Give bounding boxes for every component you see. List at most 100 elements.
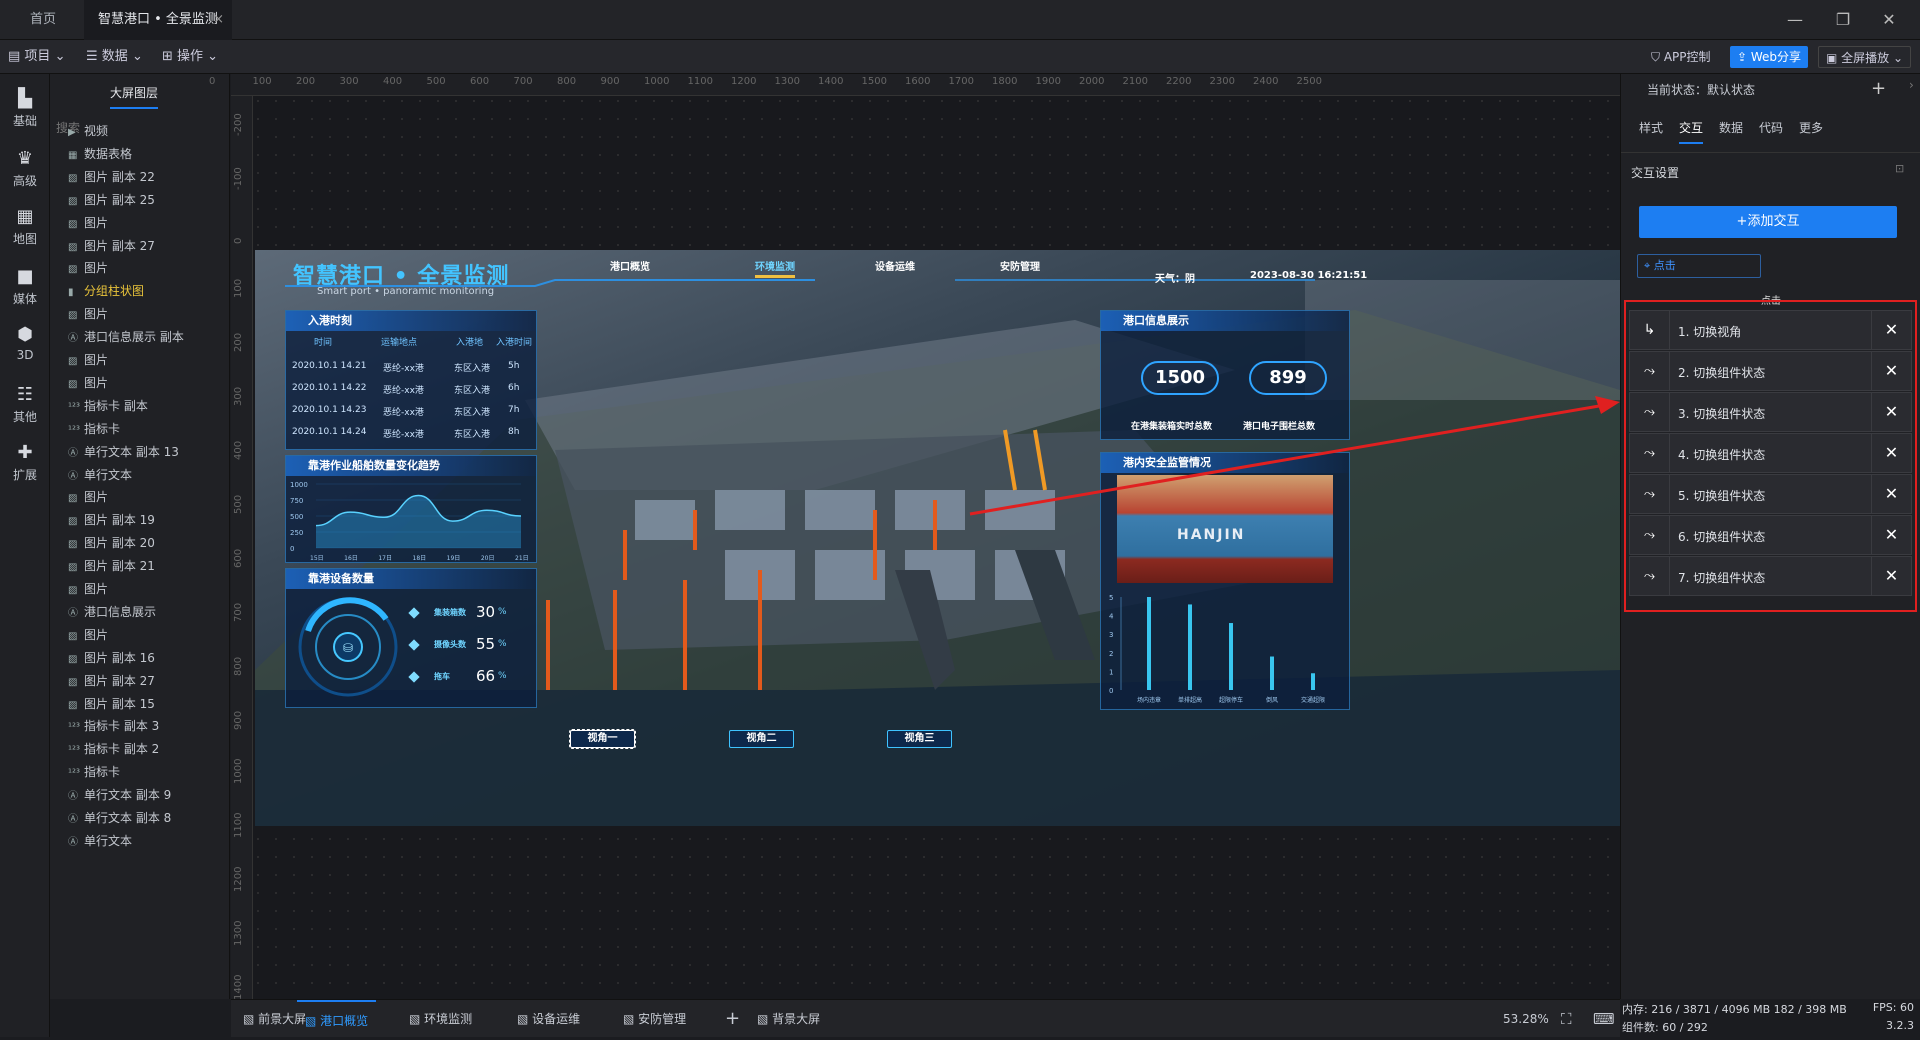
dashboard-preview[interactable]: 智慧港口 • 全景监测 Smart port • panoramic monit… bbox=[255, 250, 1620, 826]
layer-item[interactable]: ▨ 图片 bbox=[68, 305, 108, 322]
tab-interaction[interactable]: 交互 bbox=[1679, 119, 1704, 144]
ruler-v-tick: -200 bbox=[233, 113, 244, 136]
menu-operate[interactable]: ⊞ 操作 ⌄ bbox=[162, 40, 218, 74]
delete-interaction-icon[interactable]: ✕ bbox=[1871, 557, 1911, 595]
layer-item[interactable]: ▨ 图片 bbox=[68, 626, 108, 643]
layer-item[interactable]: ▮ 分组柱状图 bbox=[68, 282, 144, 299]
layer-item[interactable]: ¹²³ 指标卡 副本 2 bbox=[68, 740, 159, 757]
rail-extend[interactable]: ✚ 扩展 bbox=[0, 442, 50, 483]
layer-item[interactable]: ▨ 图片 副本 20 bbox=[68, 534, 155, 551]
layer-item[interactable]: ▨ 图片 bbox=[68, 374, 108, 391]
tab-home[interactable]: 首页 bbox=[16, 0, 70, 40]
layer-item[interactable]: ▨ 图片 bbox=[68, 351, 108, 368]
interaction-item[interactable]: ↳ 1. 切换视角 ✕ bbox=[1629, 310, 1912, 350]
layer-item[interactable]: Ⓐ 单行文本 副本 13 bbox=[68, 443, 179, 460]
layer-item[interactable]: ▨ 图片 副本 22 bbox=[68, 168, 155, 185]
tab-data[interactable]: 数据 bbox=[1719, 119, 1743, 136]
dash-nav-security[interactable]: 安防管理 bbox=[1000, 258, 1040, 273]
fullscreen-button[interactable]: ▣ 全屏播放 ⌄ bbox=[1818, 46, 1912, 68]
layer-item[interactable]: Ⓐ 单行文本 bbox=[68, 832, 132, 849]
page-tab-environment[interactable]: ▧ 环境监测 bbox=[409, 1000, 472, 1038]
delete-interaction-icon[interactable]: ✕ bbox=[1871, 475, 1911, 513]
interaction-item[interactable]: ⤳ 6. 切换组件状态 ✕ bbox=[1629, 515, 1912, 555]
rail-map[interactable]: ▦ 地图 bbox=[0, 206, 50, 247]
page-tab-overview[interactable]: ▧ 港口概览 bbox=[297, 1000, 377, 1038]
rail-advanced[interactable]: ♛ 高级 bbox=[0, 148, 50, 189]
interaction-item[interactable]: ⤳ 4. 切换组件状态 ✕ bbox=[1629, 433, 1912, 473]
rail-media[interactable]: ■ 媒体 bbox=[0, 266, 50, 307]
dash-nav-overview[interactable]: 港口概览 bbox=[610, 258, 650, 273]
interaction-item[interactable]: ⤳ 3. 切换组件状态 ✕ bbox=[1629, 392, 1912, 432]
layer-item[interactable]: ▨ 图片 bbox=[68, 580, 108, 597]
view-one-button[interactable]: 视角一 bbox=[569, 729, 636, 749]
page-tab-equipment[interactable]: ▧ 设备运维 bbox=[517, 1000, 580, 1038]
lock-icon[interactable]: ⊡ bbox=[1895, 162, 1904, 175]
layer-item[interactable]: ▦ 数据表格 bbox=[68, 145, 132, 162]
add-page-icon[interactable]: + bbox=[725, 1000, 740, 1038]
rail-other[interactable]: ☷ 其他 bbox=[0, 384, 50, 425]
layer-item[interactable]: Ⓐ 单行文本 副本 8 bbox=[68, 809, 171, 826]
delete-interaction-icon[interactable]: ✕ bbox=[1871, 434, 1911, 472]
collapse-icon[interactable]: › bbox=[1909, 78, 1914, 92]
ruler-h-tick: 1200 bbox=[731, 76, 757, 87]
layer-item[interactable]: Ⓐ 单行文本 bbox=[68, 466, 132, 483]
layer-item[interactable]: ¹²³ 指标卡 副本 3 bbox=[68, 717, 159, 734]
layer-item[interactable]: ▨ 图片 bbox=[68, 259, 108, 276]
layers-tab[interactable]: 大屏图层 bbox=[110, 84, 159, 109]
delete-interaction-icon[interactable]: ✕ bbox=[1871, 516, 1911, 554]
delete-interaction-icon[interactable]: ✕ bbox=[1871, 311, 1911, 349]
layer-item[interactable]: ▨ 图片 副本 19 bbox=[68, 511, 155, 528]
view-three-button[interactable]: 视角三 bbox=[887, 730, 952, 748]
fit-screen-icon[interactable]: ⛶ bbox=[1561, 1000, 1572, 1038]
layer-item[interactable]: ▶ 视频 bbox=[68, 122, 108, 139]
delete-interaction-icon[interactable]: ✕ bbox=[1871, 393, 1911, 431]
add-interaction-button[interactable]: +添加交互 bbox=[1639, 206, 1897, 238]
layer-item[interactable]: ▨ 图片 副本 15 bbox=[68, 695, 155, 712]
layer-item[interactable]: ▨ 图片 副本 21 bbox=[68, 557, 155, 574]
media-icon: ■ bbox=[16, 266, 34, 287]
layer-item[interactable]: ¹²³ 指标卡 bbox=[68, 420, 120, 437]
interaction-item[interactable]: ⤳ 5. 切换组件状态 ✕ bbox=[1629, 474, 1912, 514]
tab-more[interactable]: 更多 bbox=[1799, 119, 1823, 136]
menu-project[interactable]: ▤ 项目 ⌄ bbox=[8, 40, 65, 74]
keyboard-icon[interactable]: ⌨ bbox=[1593, 1000, 1615, 1038]
minimize-icon[interactable]: — bbox=[1782, 8, 1808, 32]
tab-style[interactable]: 样式 bbox=[1639, 119, 1663, 136]
layer-item[interactable]: Ⓐ 单行文本 副本 9 bbox=[68, 786, 171, 803]
layer-item[interactable]: ▨ 图片 副本 27 bbox=[68, 672, 155, 689]
interaction-item[interactable]: ⤳ 2. 切换组件状态 ✕ bbox=[1629, 351, 1912, 391]
dash-nav-environment[interactable]: 环境监测 bbox=[755, 258, 795, 278]
rail-3d[interactable]: ⬢ 3D bbox=[0, 324, 50, 362]
close-window-icon[interactable]: ✕ bbox=[1876, 8, 1902, 32]
layer-item[interactable]: ▨ 图片 bbox=[68, 488, 108, 505]
trend-xtick: 15日 bbox=[310, 555, 324, 562]
dash-nav-equipment[interactable]: 设备运维 bbox=[875, 258, 915, 273]
menu-data[interactable]: ☰ 数据 ⌄ bbox=[86, 40, 143, 74]
close-tab-icon[interactable]: × bbox=[213, 0, 224, 40]
layer-item[interactable]: ¹²³ 指标卡 副本 bbox=[68, 397, 148, 414]
layer-item[interactable]: ▨ 图片 副本 16 bbox=[68, 649, 155, 666]
trigger-chip[interactable]: ⌖ 点击 bbox=[1637, 254, 1761, 278]
layer-item[interactable]: Ⓐ 港口信息展示 bbox=[68, 603, 156, 620]
app-control-button[interactable]: ⛉ APP控制 bbox=[1644, 46, 1718, 68]
web-share-button[interactable]: ⇪ Web分享 bbox=[1730, 46, 1809, 68]
tab-project-label: 智慧港口 • 全景监测 bbox=[98, 12, 218, 27]
page-tab-security[interactable]: ▧ 安防管理 bbox=[623, 1000, 686, 1038]
delete-interaction-icon[interactable]: ✕ bbox=[1871, 352, 1911, 390]
layer-item[interactable]: ▨ 图片 bbox=[68, 214, 108, 231]
layer-item[interactable]: ▨ 图片 副本 25 bbox=[68, 191, 155, 208]
tab-code[interactable]: 代码 bbox=[1759, 119, 1783, 136]
memory-status: 内存: 216 / 3871 / 4096 MB 182 / 398 MB bbox=[1622, 1003, 1847, 1016]
layer-item[interactable]: Ⓐ 港口信息展示 副本 bbox=[68, 328, 184, 345]
view-two-button[interactable]: 视角二 bbox=[729, 730, 794, 748]
restore-icon[interactable]: ❐ bbox=[1830, 8, 1856, 32]
container-count-label: 在港集装箱实时总数 bbox=[1131, 422, 1213, 432]
arrival-panel-title: 入港时刻 bbox=[286, 311, 536, 331]
interaction-item[interactable]: ⤳ 7. 切换组件状态 ✕ bbox=[1629, 556, 1912, 596]
layer-item[interactable]: ▨ 图片 副本 27 bbox=[68, 237, 155, 254]
tab-project[interactable]: 智慧港口 • 全景监测 × bbox=[84, 0, 232, 40]
layer-item[interactable]: ¹²³ 指标卡 bbox=[68, 763, 120, 780]
add-state-icon[interactable]: + bbox=[1871, 78, 1886, 99]
page-tab-background[interactable]: ▧ 背景大屏 bbox=[757, 1000, 820, 1038]
rail-basic[interactable]: ▙ 基础 bbox=[0, 88, 50, 129]
